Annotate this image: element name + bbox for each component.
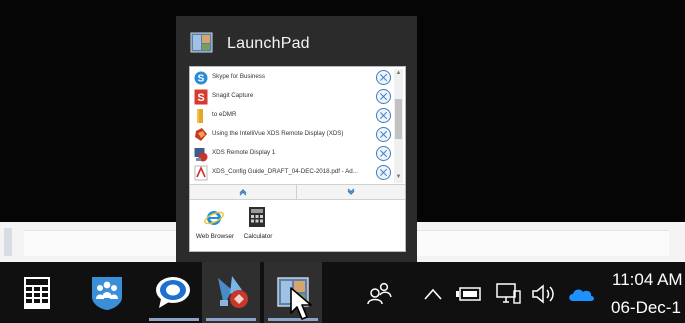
launchpad-icon — [190, 32, 213, 53]
scrollbar-thumb[interactable] — [395, 99, 402, 139]
folder-icon — [197, 109, 203, 123]
chevron-up-icon[interactable] — [424, 288, 442, 300]
calculator-icon — [249, 207, 265, 227]
list-item-label: Snagit Capture — [212, 92, 254, 99]
list-navigation — [190, 184, 405, 200]
taskbar-people-app-button[interactable] — [78, 262, 136, 323]
mouse-pointer-icon — [290, 287, 312, 320]
list-item-skype[interactable]: S Skype for Business — [192, 69, 391, 87]
chevron-down-icon — [347, 188, 354, 195]
page-down-button[interactable] — [297, 185, 404, 199]
list-item-xds-guide[interactable]: Using the IntelliVue XDS Remote Display … — [192, 126, 391, 144]
list-item-label: XDS Remote Display 1 — [212, 149, 276, 156]
app-label: Calculator — [243, 233, 273, 240]
list-item-label: XDS_Config Guide_DRAFT_04-DEC-2018.pdf -… — [212, 168, 358, 175]
taskbar: 11:04 AM 06-Dec-1 — [0, 262, 685, 323]
pdf-file-icon — [194, 165, 208, 181]
internet-explorer-icon — [204, 211, 224, 225]
launchpad-header: LaunchPad — [176, 16, 417, 72]
people-group-icon — [92, 277, 122, 310]
clock-date[interactable]: 06-Dec-1 — [611, 298, 681, 318]
svg-text:S: S — [198, 74, 205, 85]
calculator-icon — [24, 277, 50, 309]
remove-item-icon[interactable] — [376, 89, 391, 104]
skype-icon: S — [194, 71, 208, 85]
snagit-icon: S — [194, 89, 208, 105]
running-indicator — [206, 318, 256, 321]
battery-icon[interactable] — [456, 287, 482, 301]
app-calculator[interactable]: Calculator — [233, 204, 283, 250]
launchpad-title: LaunchPad — [227, 35, 310, 52]
list-item-xds-remote-display[interactable]: XDS Remote Display 1 — [192, 145, 391, 163]
remove-item-icon[interactable] — [376, 70, 391, 85]
xds-icon — [218, 276, 248, 308]
taskbar-chat-app-button[interactable] — [145, 262, 203, 323]
list-item-label: to eDMR — [212, 111, 237, 118]
recent-items-list: S Skype for Business S Snagit Capture to… — [192, 69, 391, 183]
background-scrollbar — [4, 228, 12, 256]
pdf-document-icon — [195, 128, 207, 141]
scroll-down-arrow-icon[interactable]: ▼ — [395, 174, 402, 181]
list-item-label: Using the IntelliVue XDS Remote Display … — [212, 130, 344, 137]
page-up-button[interactable] — [190, 185, 297, 199]
launchpad-popup: LaunchPad S Skype for Business S Snagit … — [176, 16, 417, 266]
onedrive-cloud-icon[interactable] — [567, 286, 595, 302]
taskbar-calculator-button[interactable] — [8, 262, 66, 323]
clock-time[interactable]: 11:04 AM — [612, 270, 683, 290]
xds-remote-display-icon — [194, 148, 208, 162]
list-item-xds-config-guide[interactable]: XDS_Config Guide_DRAFT_04-DEC-2018.pdf -… — [192, 164, 391, 182]
taskbar-xds-app-button[interactable] — [202, 262, 260, 323]
list-item-snagit[interactable]: S Snagit Capture — [192, 88, 391, 106]
svg-text:S: S — [197, 92, 204, 104]
remove-item-icon[interactable] — [376, 108, 391, 123]
volume-icon[interactable] — [531, 283, 557, 305]
network-icon[interactable] — [495, 283, 521, 305]
remove-item-icon[interactable] — [376, 127, 391, 142]
pinned-apps: Web Browser Calculator — [190, 204, 405, 250]
remove-item-icon[interactable] — [376, 165, 391, 180]
remove-item-icon[interactable] — [376, 146, 391, 161]
list-scrollbar[interactable]: ▲ ▼ — [394, 69, 403, 183]
running-indicator — [149, 318, 199, 321]
chat-bubble-icon — [156, 277, 190, 308]
list-item-edmr[interactable]: to eDMR — [192, 107, 391, 125]
screen: LaunchPad S Skype for Business S Snagit … — [0, 0, 685, 323]
people-icon[interactable] — [366, 281, 392, 305]
list-item-label: Skype for Business — [212, 73, 265, 80]
scroll-up-arrow-icon[interactable]: ▲ — [395, 70, 402, 77]
launchpad-panel: S Skype for Business S Snagit Capture to… — [189, 66, 406, 252]
chevron-up-icon — [239, 189, 247, 196]
